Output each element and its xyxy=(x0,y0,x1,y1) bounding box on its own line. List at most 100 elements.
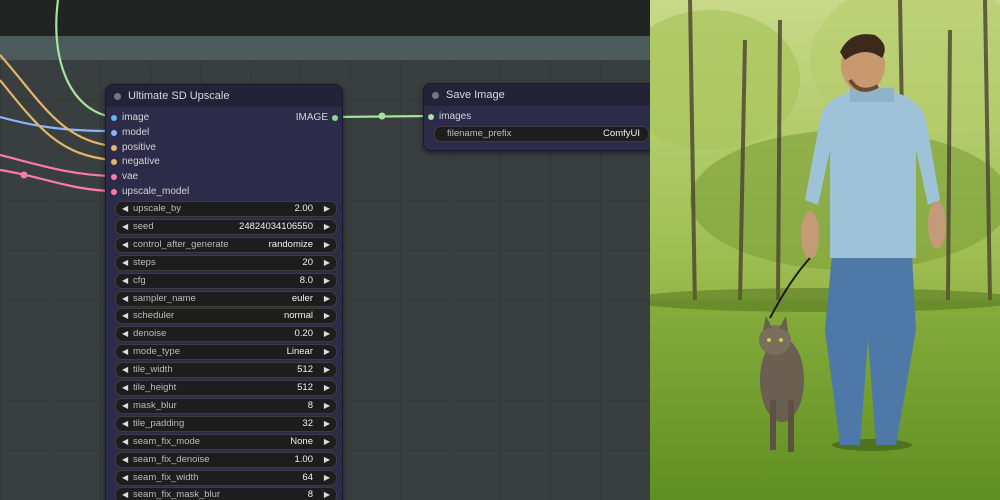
input-slot-label: negative xyxy=(122,156,160,168)
decrement-arrow-icon[interactable]: ◀ xyxy=(122,256,128,270)
node-title-bar[interactable]: Save Image xyxy=(424,84,650,106)
widget-label: control_after_generate xyxy=(133,238,229,250)
input-pin-icon[interactable] xyxy=(111,189,117,195)
input-pin-icon[interactable] xyxy=(111,174,117,181)
input-slot-label: images xyxy=(439,111,472,122)
node-graph-canvas[interactable]: Ultimate SD Upscale image model positive ne… xyxy=(0,0,650,500)
output-image-preview xyxy=(650,0,1000,500)
ultimate-sd-upscale-node[interactable]: Ultimate SD Upscale image model positive ne… xyxy=(105,84,343,500)
decrement-arrow-icon[interactable]: ◀ xyxy=(122,363,128,377)
filename-prefix-field[interactable]: filename_prefix ComfyUI xyxy=(434,126,649,142)
widget-label: seam_fix_denoise xyxy=(133,453,210,465)
increment-arrow-icon[interactable]: ▶ xyxy=(324,363,330,377)
decrement-arrow-icon[interactable]: ◀ xyxy=(122,238,128,252)
decrement-arrow-icon[interactable]: ◀ xyxy=(122,292,128,306)
widget-denoise[interactable]: ◀ denoise 0.20 ▶ xyxy=(115,326,337,343)
decrement-arrow-icon[interactable]: ◀ xyxy=(122,274,128,288)
decrement-arrow-icon[interactable]: ◀ xyxy=(122,417,128,431)
decrement-arrow-icon[interactable]: ◀ xyxy=(122,471,128,485)
widget-seam-fix-width[interactable]: ◀ seam_fix_width 64 ▶ xyxy=(115,469,337,486)
widget-seam-fix-mode[interactable]: ◀ seam_fix_mode None ▶ xyxy=(115,433,337,450)
widget-cfg[interactable]: ◀ cfg 8.0 ▶ xyxy=(115,272,337,289)
link-upscale-model-input xyxy=(0,168,113,193)
link-image-input xyxy=(55,0,113,119)
decrement-arrow-icon[interactable]: ◀ xyxy=(122,399,128,413)
widget-mode-type[interactable]: ◀ mode_type Linear ▶ xyxy=(115,344,337,361)
widget-value: 512 xyxy=(297,382,313,393)
increment-arrow-icon[interactable]: ▶ xyxy=(324,274,330,288)
increment-arrow-icon[interactable]: ▶ xyxy=(324,453,330,467)
widget-label: seam_fix_mode xyxy=(133,435,201,447)
input-slot-label: upscale_model xyxy=(122,186,190,197)
input-slot-vae[interactable]: vae xyxy=(111,170,139,184)
decrement-arrow-icon[interactable]: ◀ xyxy=(122,381,128,395)
increment-arrow-icon[interactable]: ▶ xyxy=(324,327,330,341)
widget-tile-padding[interactable]: ◀ tile_padding 32 ▶ xyxy=(115,415,337,432)
widget-value: 0.20 xyxy=(294,328,314,340)
widget-sampler-name[interactable]: ◀ sampler_name euler ▶ xyxy=(115,290,337,307)
collapse-dot-icon[interactable] xyxy=(432,92,439,99)
input-slot-negative[interactable]: negative xyxy=(111,155,160,169)
node-title: Ultimate SD Upscale xyxy=(128,90,230,102)
widget-label: mode_type xyxy=(133,346,181,358)
node-title: Save Image xyxy=(446,89,505,101)
widget-tile-width[interactable]: ◀ tile_width 512 ▶ xyxy=(115,362,337,379)
output-slot-image[interactable]: IMAGE xyxy=(296,111,338,125)
decrement-arrow-icon[interactable]: ◀ xyxy=(122,435,128,449)
increment-arrow-icon[interactable]: ▶ xyxy=(324,345,330,359)
widget-steps[interactable]: ◀ steps 20 ▶ xyxy=(115,254,337,271)
input-pin-icon[interactable] xyxy=(111,115,117,121)
widget-value: 8.0 xyxy=(299,274,313,286)
reroute-dot xyxy=(20,171,28,179)
increment-arrow-icon[interactable]: ▶ xyxy=(324,292,330,306)
widget-seed[interactable]: ◀ seed 24824034106550 ▶ xyxy=(115,218,337,235)
widget-tile-height[interactable]: ◀ tile_height 512 ▶ xyxy=(115,380,337,396)
widget-label: seam_fix_width xyxy=(133,471,199,483)
node-title-bar[interactable]: Ultimate SD Upscale xyxy=(106,85,342,107)
decrement-arrow-icon[interactable]: ◀ xyxy=(122,345,128,359)
increment-arrow-icon[interactable]: ▶ xyxy=(324,238,330,252)
save-image-node[interactable]: Save Image images filename_prefix ComfyU… xyxy=(423,83,650,151)
collapse-dot-icon[interactable] xyxy=(114,93,121,100)
input-slot-image[interactable]: image xyxy=(111,111,150,125)
increment-arrow-icon[interactable]: ▶ xyxy=(324,309,330,323)
input-pin-icon[interactable] xyxy=(111,144,117,151)
increment-arrow-icon[interactable]: ▶ xyxy=(324,417,330,431)
decrement-arrow-icon[interactable]: ◀ xyxy=(122,327,128,341)
input-slot-model[interactable]: model xyxy=(111,126,149,140)
widget-value: ComfyUI xyxy=(603,128,640,139)
input-slot-label: vae xyxy=(122,171,139,183)
decrement-arrow-icon[interactable]: ◀ xyxy=(122,488,128,500)
widget-label: filename_prefix xyxy=(447,128,512,139)
widget-scheduler[interactable]: ◀ scheduler normal ▶ xyxy=(115,308,337,325)
input-slot-upscale-model[interactable]: upscale_model xyxy=(111,185,190,199)
increment-arrow-icon[interactable]: ▶ xyxy=(324,488,330,500)
widget-value: randomize xyxy=(268,238,313,250)
input-pin-icon[interactable] xyxy=(428,114,434,120)
increment-arrow-icon[interactable]: ▶ xyxy=(324,471,330,485)
widget-control-after-generate[interactable]: ◀ control_after_generate randomize ▶ xyxy=(115,236,337,253)
widget-value: 64 xyxy=(302,471,313,483)
widget-value: 24824034106550 xyxy=(239,220,313,232)
input-pin-icon[interactable] xyxy=(111,129,117,136)
widget-seam-fix-denoise[interactable]: ◀ seam_fix_denoise 1.00 ▶ xyxy=(115,451,337,468)
decrement-arrow-icon[interactable]: ◀ xyxy=(122,220,128,234)
decrement-arrow-icon[interactable]: ◀ xyxy=(122,453,128,467)
input-slot-positive[interactable]: positive xyxy=(111,141,156,155)
input-slot-label: image xyxy=(122,112,150,123)
increment-arrow-icon[interactable]: ▶ xyxy=(324,435,330,449)
increment-arrow-icon[interactable]: ▶ xyxy=(324,381,330,395)
decrement-arrow-icon[interactable]: ◀ xyxy=(122,202,128,216)
widget-value: None xyxy=(290,435,313,447)
input-pin-icon[interactable] xyxy=(111,159,117,166)
input-slot-images[interactable]: images xyxy=(428,110,472,124)
widget-upscale-by[interactable]: ◀ upscale_by 2.00 ▶ xyxy=(115,201,337,217)
increment-arrow-icon[interactable]: ▶ xyxy=(324,220,330,234)
increment-arrow-icon[interactable]: ▶ xyxy=(324,256,330,270)
decrement-arrow-icon[interactable]: ◀ xyxy=(122,309,128,323)
increment-arrow-icon[interactable]: ▶ xyxy=(324,399,330,413)
increment-arrow-icon[interactable]: ▶ xyxy=(324,202,330,216)
widget-mask-blur[interactable]: ◀ mask_blur 8 ▶ xyxy=(115,397,337,414)
widget-seam-fix-mask-blur[interactable]: ◀ seam_fix_mask_blur 8 ▶ xyxy=(115,487,337,500)
output-pin-icon[interactable] xyxy=(332,115,338,121)
